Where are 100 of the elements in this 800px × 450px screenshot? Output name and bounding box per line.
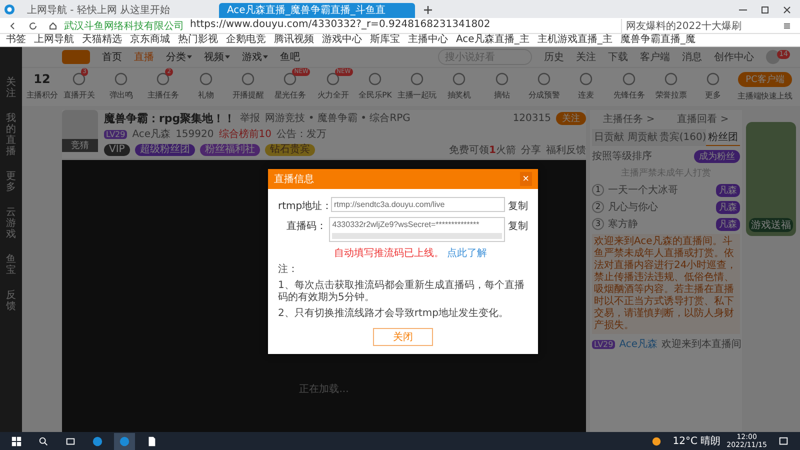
room-title: 魔兽争霸：rpg聚集地！！ bbox=[104, 110, 236, 126]
chat-user[interactable]: Ace凡森 bbox=[619, 337, 658, 351]
tool-circle-icon[interactable] bbox=[240, 72, 255, 86]
address-field[interactable]: 武汉斗鱼网络科技有限公司 https://www.douyu.com/4330332?_r=0.9248168231341802 bbox=[64, 18, 619, 32]
bookmark-link[interactable]: 腾讯视频 bbox=[274, 34, 314, 46]
input-field[interactable]: rtmp://sendtc3a.douyu.com/live bbox=[331, 197, 505, 212]
fan-badge: 凡森 bbox=[716, 218, 740, 230]
header-link[interactable]: 关注 bbox=[576, 50, 596, 64]
tool-circle-icon[interactable] bbox=[368, 72, 382, 86]
tool-circle-icon[interactable] bbox=[622, 72, 636, 86]
share-link[interactable]: 分享 bbox=[521, 143, 541, 158]
header-link[interactable]: 客户端 bbox=[640, 50, 670, 64]
learn-more-link[interactable]: 点此了解 bbox=[447, 246, 487, 260]
sidebar-item[interactable]: 鱼宝 bbox=[5, 254, 17, 276]
header-link[interactable]: 创作中心 bbox=[714, 50, 754, 64]
nav-link[interactable]: 游戏 bbox=[242, 50, 262, 64]
rank-tab[interactable]: 粉丝团 bbox=[706, 129, 740, 146]
bookmark-link[interactable]: 天猫精选 bbox=[82, 34, 122, 46]
sidebar-item[interactable]: 我的直播 bbox=[5, 113, 17, 157]
header-link[interactable]: 下载 bbox=[608, 50, 628, 64]
tool-circle-icon[interactable] bbox=[706, 72, 720, 86]
room-badge[interactable]: 钻石贵宾 bbox=[264, 144, 315, 156]
close-icon[interactable] bbox=[782, 5, 792, 15]
sidebar-item[interactable]: 云游戏 bbox=[5, 207, 17, 240]
streamer-name[interactable]: Ace凡森 bbox=[132, 127, 171, 142]
notice-text: 自动填写推流码已上线。 bbox=[334, 246, 444, 260]
bookmark-link[interactable]: 书签 bbox=[6, 34, 26, 46]
level-badge: LV29 bbox=[104, 130, 128, 139]
tool-circle-icon[interactable] bbox=[326, 72, 340, 86]
menu-icon[interactable] bbox=[782, 20, 792, 30]
refresh-icon[interactable] bbox=[28, 20, 38, 30]
rank-user[interactable]: 凡心与你心 bbox=[608, 200, 712, 214]
rank-number: 2 bbox=[592, 201, 604, 213]
copy-link[interactable]: 复制 bbox=[508, 217, 528, 233]
nav-link[interactable]: 首页 bbox=[102, 50, 122, 64]
score-value: 12 bbox=[34, 72, 50, 86]
close-button[interactable]: × bbox=[520, 172, 532, 186]
nav-link[interactable]: 鱼吧 bbox=[280, 50, 300, 64]
ad-banner[interactable]: 游戏送福 bbox=[746, 122, 796, 236]
weather-text[interactable]: 12°C 晴朗 bbox=[672, 434, 721, 448]
rank-tab[interactable]: 周贡献 bbox=[626, 129, 660, 146]
level-badge: LV29 bbox=[592, 340, 616, 348]
avatar[interactable] bbox=[766, 50, 780, 64]
browser-icon[interactable] bbox=[114, 432, 135, 450]
rank-user[interactable]: 寒方静 bbox=[608, 217, 712, 231]
caret-icon[interactable] bbox=[187, 55, 192, 59]
search-field[interactable]: 网友爆料的2022十大爆刷 bbox=[621, 18, 776, 32]
restore-icon[interactable] bbox=[760, 5, 770, 15]
sidebar-item[interactable]: 更多 bbox=[5, 171, 17, 193]
join-button[interactable]: 成为粉丝 bbox=[694, 150, 740, 162]
text-area[interactable]: 4330332r2wljZe9?wsSecret=************** bbox=[329, 217, 505, 242]
scrollbar[interactable] bbox=[332, 233, 502, 239]
close-dialog-button[interactable]: 关闭 bbox=[373, 328, 433, 346]
tool-circle-icon[interactable] bbox=[410, 72, 424, 86]
copy-link[interactable]: 复制 bbox=[508, 197, 528, 213]
room-badge[interactable]: 粉丝福利社 bbox=[200, 144, 260, 156]
nav-link[interactable]: 分类 bbox=[166, 50, 186, 64]
tool-circle-icon[interactable] bbox=[537, 72, 552, 86]
tool-circle-icon[interactable] bbox=[114, 72, 128, 86]
home-icon[interactable] bbox=[48, 20, 58, 30]
tool-circle-icon[interactable] bbox=[664, 72, 678, 86]
tool-circle-icon[interactable] bbox=[198, 72, 213, 86]
nav-link[interactable]: 直播 bbox=[134, 50, 154, 64]
rank-tab[interactable]: 日贡献 bbox=[592, 129, 626, 146]
chat-text: 欢迎来到本直播间 bbox=[662, 338, 742, 351]
feedback-link[interactable]: 福利反馈 bbox=[546, 143, 586, 158]
category-path: 网游竞技 • 魔兽争霸 • 综合RPG bbox=[265, 112, 410, 126]
room-badge[interactable]: VIP bbox=[104, 144, 130, 156]
report-link[interactable]: 举报 bbox=[240, 111, 260, 126]
browser-tab[interactable]: 上网导航 - 轻快上网 从这里开始 bbox=[19, 3, 215, 18]
browser-tab[interactable]: Ace凡森直播_魔兽争霸直播_斗鱼直 bbox=[219, 3, 415, 18]
header-link[interactable]: 消息 bbox=[682, 50, 702, 64]
sidebar-item[interactable]: 关注 bbox=[5, 77, 17, 99]
tool-circle-icon[interactable] bbox=[156, 72, 170, 86]
welcome-message: 欢迎来到Ace凡森的直播间。斗鱼严禁未成年人直播或打赏。依法对直播内容进行24小时巡查，禁止传播违法违规、低俗色情、吸烟酗酒等内容。若主播在直播时以不正当方式诱导打赏、私下交易，请谨慎判断，以防人身财产损失。 bbox=[592, 234, 740, 334]
tool-circle-icon[interactable] bbox=[452, 72, 466, 86]
caret-icon[interactable] bbox=[225, 55, 230, 59]
rank-number: 1 bbox=[592, 184, 604, 196]
pc-client-button[interactable]: PC客户端 bbox=[738, 72, 792, 86]
sidebar-item[interactable]: 反馈 bbox=[5, 290, 17, 312]
browser-logo-icon[interactable] bbox=[4, 4, 15, 15]
avatar-caption: 竞猜 bbox=[62, 139, 98, 152]
panel-link[interactable]: 直播回看 > bbox=[677, 112, 729, 126]
rank-tab[interactable]: 贵宾(160) bbox=[659, 129, 706, 146]
rank-user[interactable]: 一天一个大冰哥 bbox=[608, 183, 712, 197]
tool-circle-icon[interactable] bbox=[283, 72, 298, 86]
tool-circle-icon[interactable] bbox=[72, 72, 86, 86]
heat-count: 159920 bbox=[176, 128, 214, 140]
follow-button[interactable]: 关注 bbox=[556, 112, 586, 125]
tool-circle-icon[interactable] bbox=[494, 72, 509, 86]
tool-circle-icon[interactable] bbox=[579, 72, 594, 86]
room-badge[interactable]: 超级粉丝团 bbox=[134, 144, 195, 156]
notice-text: 公告：发万 bbox=[276, 128, 326, 142]
panel-link[interactable]: 主播任务 > bbox=[603, 112, 655, 126]
add-icon[interactable] bbox=[423, 5, 433, 15]
nav-link[interactable]: 视频 bbox=[204, 50, 224, 64]
rocket-text[interactable]: 免费可领1火箭 bbox=[449, 143, 516, 158]
header-link[interactable]: 历史 bbox=[544, 50, 564, 64]
follower-count: 120315 bbox=[512, 112, 551, 124]
caret-icon[interactable] bbox=[263, 55, 268, 59]
